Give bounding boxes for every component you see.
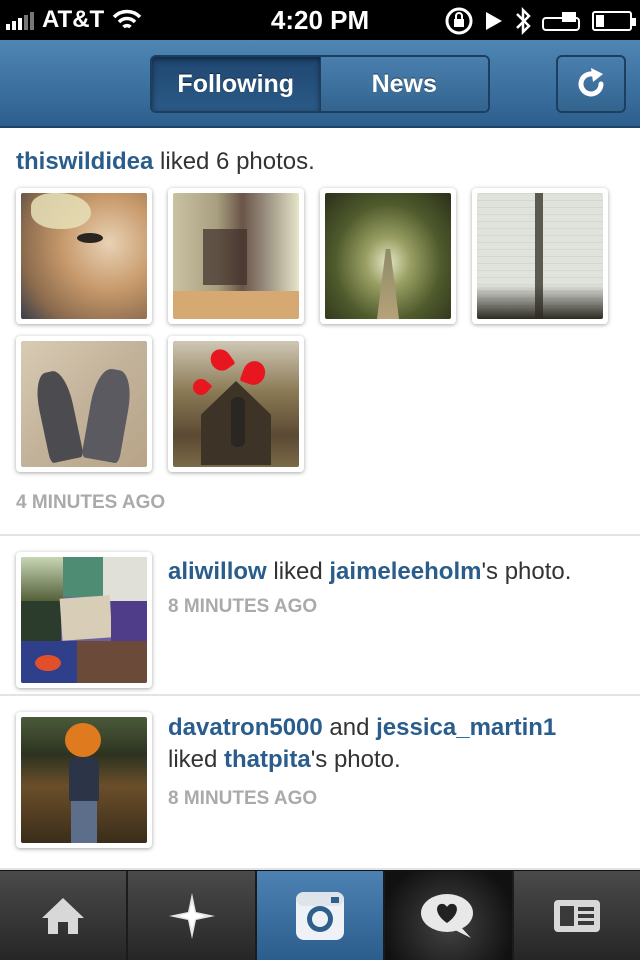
tab-news[interactable]: News bbox=[320, 57, 488, 111]
username-link[interactable]: jessica_martin1 bbox=[376, 714, 556, 741]
explore-star-icon bbox=[168, 892, 215, 939]
feed-item: aliwillow liked jaimeleeholm's photo. 8 … bbox=[0, 538, 640, 696]
news-heart-bubble-icon bbox=[421, 893, 474, 938]
feed-item-text: thiswildidea liked 6 photos. bbox=[16, 148, 315, 176]
battery-icon bbox=[592, 11, 636, 31]
tab-news-activity[interactable] bbox=[385, 871, 514, 960]
username-link[interactable]: davatron5000 bbox=[168, 714, 323, 741]
timestamp: 8 MINUTES AGO bbox=[168, 596, 318, 617]
nav-bar: Following News bbox=[0, 40, 640, 128]
tab-camera[interactable] bbox=[256, 871, 386, 960]
photo-thumbnail[interactable] bbox=[16, 712, 152, 848]
photo-thumbnail[interactable] bbox=[16, 336, 152, 472]
timestamp: 8 MINUTES AGO bbox=[168, 788, 318, 809]
feed-item: thiswildidea liked 6 photos. 4 MINUTES A… bbox=[0, 130, 640, 536]
tab-explore[interactable] bbox=[128, 871, 257, 960]
feed-item-text: davatron5000 and jessica_martin1 liked t… bbox=[168, 712, 628, 776]
profile-card-icon bbox=[553, 899, 600, 932]
refresh-icon bbox=[578, 68, 604, 97]
photo-thumbnail[interactable] bbox=[168, 188, 304, 324]
username-link[interactable]: thiswildidea bbox=[16, 148, 153, 175]
tab-home[interactable] bbox=[0, 871, 129, 960]
tab-bar bbox=[0, 870, 640, 960]
photo-thumbnail[interactable] bbox=[168, 336, 304, 472]
home-icon bbox=[42, 897, 85, 934]
play-icon bbox=[486, 12, 502, 30]
tab-profile[interactable] bbox=[514, 871, 640, 960]
photo-thumbnail[interactable] bbox=[320, 188, 456, 324]
alarm-icon bbox=[542, 12, 580, 31]
status-bar: AT&T 4:20 PM bbox=[0, 0, 640, 40]
photo-thumbnail[interactable] bbox=[472, 188, 608, 324]
feed-segmented-control: Following News bbox=[150, 55, 490, 113]
bluetooth-icon bbox=[516, 6, 531, 36]
feed-item-text: aliwillow liked jaimeleeholm's photo. bbox=[168, 556, 571, 588]
suffix-text: 's photo. bbox=[481, 558, 572, 585]
status-icons bbox=[444, 6, 636, 36]
action-text: liked 6 photos. bbox=[153, 148, 315, 175]
feed-item: davatron5000 and jessica_martin1 liked t… bbox=[0, 698, 640, 870]
photo-thumbnail[interactable] bbox=[16, 188, 152, 324]
timestamp: 4 MINUTES AGO bbox=[16, 492, 166, 513]
action-text: liked bbox=[168, 746, 225, 773]
action-text: liked bbox=[266, 558, 330, 585]
rotation-lock-icon bbox=[445, 7, 473, 35]
tab-following[interactable]: Following bbox=[152, 57, 321, 111]
suffix-text: 's photo. bbox=[310, 746, 401, 773]
refresh-button[interactable] bbox=[556, 55, 626, 113]
camera-icon bbox=[296, 891, 345, 940]
username-link[interactable]: jaimeleeholm bbox=[329, 558, 481, 585]
username-link[interactable]: thatpita bbox=[224, 746, 311, 773]
username-link[interactable]: aliwillow bbox=[168, 558, 267, 585]
photo-thumbnail[interactable] bbox=[16, 552, 152, 688]
activity-feed[interactable]: thiswildidea liked 6 photos. 4 MINUTES A… bbox=[0, 130, 640, 870]
connector-text: and bbox=[322, 714, 377, 741]
